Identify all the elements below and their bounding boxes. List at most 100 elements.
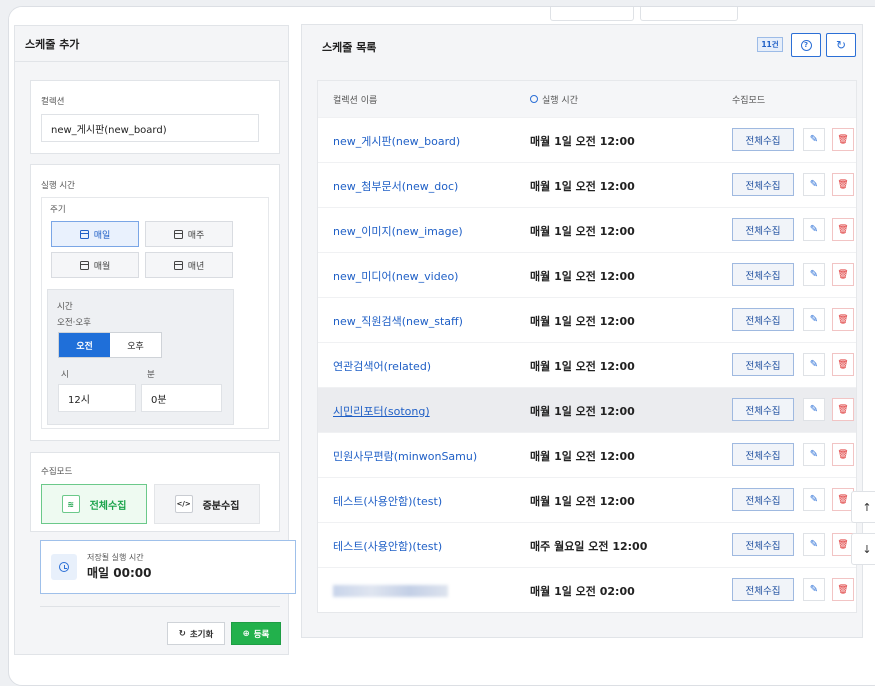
- collection-name-link[interactable]: new_직원검색(new_staff): [333, 313, 463, 329]
- ampm-label: 오전·오후: [57, 318, 91, 328]
- mode-full-collect-button[interactable]: 전체수집: [732, 308, 794, 331]
- trash-icon: 🗑: [837, 224, 849, 235]
- trash-icon: 🗑: [837, 449, 849, 460]
- arrow-down-icon: ↓: [862, 542, 872, 556]
- mode-full-collect-button[interactable]: 전체수집: [732, 443, 794, 466]
- edit-button[interactable]: ✎: [803, 398, 825, 421]
- table-row[interactable]: new_직원검색(new_staff) 매월 1일 오전 12:00 전체수집 ✎ 🗑: [318, 297, 856, 342]
- incremental-collect-button[interactable]: </> 증분수집: [154, 484, 260, 524]
- table-row[interactable]: new_게시판(new_board) 매월 1일 오전 12:00 전체수집 ✎ 🗑: [318, 117, 856, 162]
- run-time-cell: 매월 1일 오전 12:00: [530, 270, 635, 283]
- cycle-monthly-button[interactable]: 매월: [51, 252, 139, 278]
- delete-button[interactable]: 🗑: [832, 218, 854, 241]
- mode-full-collect-button[interactable]: 전체수집: [732, 128, 794, 151]
- table-header: 컬렉션 이름 실행 시간 수집모드: [318, 81, 856, 117]
- mode-full-collect-button[interactable]: 전체수집: [732, 173, 794, 196]
- hour-select[interactable]: 12시: [58, 384, 136, 412]
- undo-icon: ↻: [178, 628, 186, 639]
- divider: [40, 606, 280, 607]
- minute-select[interactable]: 0분: [141, 384, 222, 412]
- refresh-icon: ↻: [835, 38, 847, 52]
- collection-name-link[interactable]: new_이미지(new_image): [333, 223, 463, 239]
- collection-name-link[interactable]: 테스트(사용안함)(test): [333, 538, 442, 554]
- full-collect-button[interactable]: ≋ 전체수집: [41, 484, 147, 524]
- edit-button[interactable]: ✎: [803, 578, 825, 601]
- edit-button[interactable]: ✎: [803, 263, 825, 286]
- mode-label: 수집모드: [41, 467, 73, 477]
- time-box: 시간 오전·오후 오전 오후 시 분 12시 0분: [47, 289, 234, 425]
- pencil-icon: ✎: [809, 449, 819, 460]
- table-row[interactable]: 민원사무편람(minwonSamu) 매월 1일 오전 12:00 전체수집 ✎ 🗑: [318, 432, 856, 477]
- edit-button[interactable]: ✎: [803, 353, 825, 376]
- table-row[interactable]: new_이미지(new_image) 매월 1일 오전 12:00 전체수집 ✎ 🗑: [318, 207, 856, 252]
- collection-name-link[interactable]: new_게시판(new_board): [333, 133, 460, 149]
- pencil-icon: ✎: [809, 224, 819, 235]
- clock-icon: [530, 95, 538, 103]
- delete-button[interactable]: 🗑: [832, 443, 854, 466]
- delete-button[interactable]: 🗑: [832, 398, 854, 421]
- cycle-weekly-button[interactable]: 매주: [145, 221, 233, 247]
- table-row[interactable]: 연관검색어(related) 매월 1일 오전 12:00 전체수집 ✎ 🗑: [318, 342, 856, 387]
- register-button[interactable]: ⊕ 등록: [231, 622, 281, 645]
- col-name-header: 컬렉션 이름: [333, 95, 378, 106]
- mode-full-collect-button[interactable]: 전체수집: [732, 218, 794, 241]
- table-row[interactable]: 테스트(사용안함)(test) 매월 1일 오전 12:00 전체수집 ✎ 🗑: [318, 477, 856, 522]
- mode-full-collect-button[interactable]: 전체수집: [732, 398, 794, 421]
- edit-button[interactable]: ✎: [803, 308, 825, 331]
- collection-name-link[interactable]: new_첨부문서(new_doc): [333, 178, 458, 194]
- delete-button[interactable]: 🗑: [832, 578, 854, 601]
- table-row[interactable]: 매월 1일 오전 02:00 전체수집 ✎ 🗑: [318, 567, 856, 612]
- pencil-icon: ✎: [809, 584, 819, 595]
- top-toolbar-button[interactable]: [550, 7, 634, 21]
- run-time-card: 실행 시간 주기 매일 매주 매월 매년 시간 오전·오후 오전 오후 시 분 …: [30, 164, 280, 441]
- edit-button[interactable]: ✎: [803, 488, 825, 511]
- collection-name-link[interactable]: 테스트(사용안함)(test): [333, 493, 442, 509]
- delete-button[interactable]: 🗑: [832, 128, 854, 151]
- edit-button[interactable]: ✎: [803, 128, 825, 151]
- top-toolbar-button[interactable]: [640, 7, 738, 21]
- run-time-cell: 매월 1일 오전 12:00: [530, 135, 635, 148]
- edit-button[interactable]: ✎: [803, 533, 825, 556]
- trash-icon: 🗑: [837, 314, 849, 325]
- mode-full-collect-button[interactable]: 전체수집: [732, 263, 794, 286]
- table-row[interactable]: new_첨부문서(new_doc) 매월 1일 오전 12:00 전체수집 ✎ 🗑: [318, 162, 856, 207]
- schedule-list-panel: 스케줄 목록 11건 ? ↻ 컬렉션 이름 실행 시간 수집모드 new_게시판…: [301, 24, 863, 638]
- edit-button[interactable]: ✎: [803, 443, 825, 466]
- table-row[interactable]: 시민리포터(sotong) 매월 1일 오전 12:00 전체수집 ✎ 🗑: [318, 387, 856, 432]
- mode-full-collect-button[interactable]: 전체수집: [732, 533, 794, 556]
- edit-button[interactable]: ✎: [803, 218, 825, 241]
- mode-full-collect-button[interactable]: 전체수집: [732, 578, 794, 601]
- collection-name-link[interactable]: new_미디어(new_video): [333, 268, 458, 284]
- help-icon: ?: [800, 39, 812, 51]
- reset-button[interactable]: ↻ 초기화: [167, 622, 225, 645]
- delete-button[interactable]: 🗑: [832, 173, 854, 196]
- count-badge: 11건: [757, 37, 783, 52]
- collection-select[interactable]: new_게시판(new_board): [41, 114, 259, 142]
- collection-name-link[interactable]: 시민리포터(sotong): [333, 403, 430, 419]
- mode-full-collect-button[interactable]: 전체수집: [732, 488, 794, 511]
- scroll-up-button[interactable]: ↑: [851, 491, 875, 523]
- minute-label: 분: [147, 370, 155, 380]
- collection-name-link[interactable]: 민원사무편람(minwonSamu): [333, 448, 477, 464]
- calendar-icon: [79, 229, 89, 239]
- delete-button[interactable]: 🗑: [832, 308, 854, 331]
- help-button[interactable]: ?: [791, 33, 821, 57]
- am-option[interactable]: 오전: [59, 333, 110, 357]
- table-row[interactable]: new_미디어(new_video) 매월 1일 오전 12:00 전체수집 ✎ 🗑: [318, 252, 856, 297]
- cycle-daily-button[interactable]: 매일: [51, 221, 139, 247]
- edit-button[interactable]: ✎: [803, 173, 825, 196]
- table-row[interactable]: 테스트(사용안함)(test) 매주 월요일 오전 12:00 전체수집 ✎ 🗑: [318, 522, 856, 567]
- collection-name-link[interactable]: 연관검색어(related): [333, 358, 431, 374]
- pm-option[interactable]: 오후: [110, 333, 161, 357]
- run-time-cell: 매월 1일 오전 12:00: [530, 315, 635, 328]
- refresh-button[interactable]: ↻: [826, 33, 856, 57]
- scroll-down-button[interactable]: ↓: [851, 533, 875, 565]
- delete-button[interactable]: 🗑: [832, 263, 854, 286]
- trash-icon: 🗑: [837, 179, 849, 190]
- col-mode-header: 수집모드: [732, 95, 766, 106]
- pencil-icon: ✎: [809, 359, 819, 370]
- mode-full-collect-button[interactable]: 전체수집: [732, 353, 794, 376]
- delete-button[interactable]: 🗑: [832, 353, 854, 376]
- run-time-cell: 매월 1일 오전 12:00: [530, 495, 635, 508]
- cycle-yearly-button[interactable]: 매년: [145, 252, 233, 278]
